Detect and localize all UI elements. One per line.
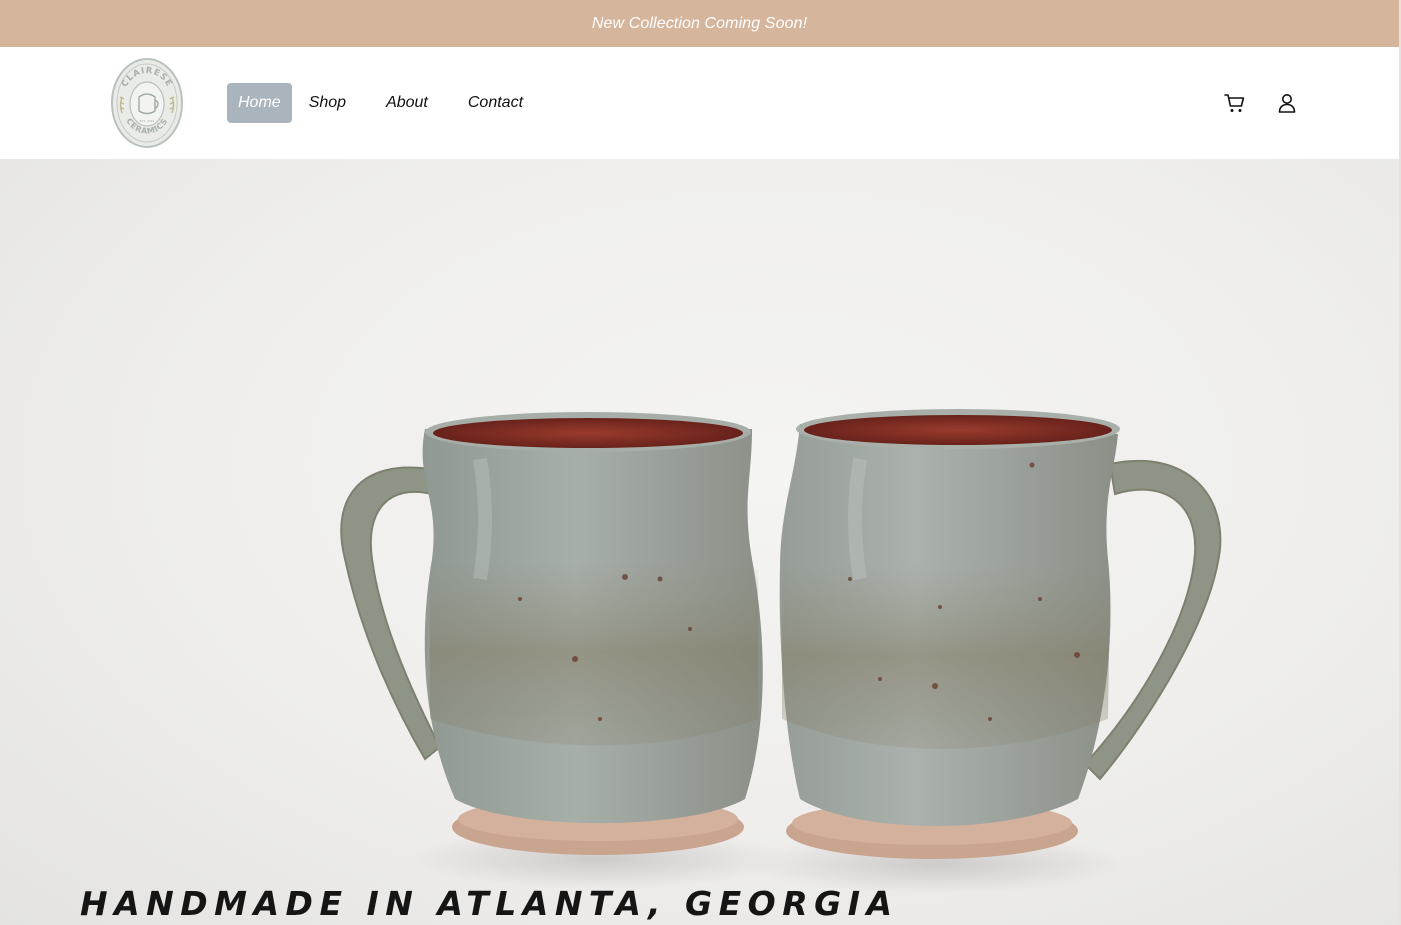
nav-home[interactable]: Home bbox=[227, 83, 292, 123]
site-header: CLAIRESE CERAMICS EST. 2022 Home Shop Ab… bbox=[0, 47, 1399, 159]
brand-logo[interactable]: CLAIRESE CERAMICS EST. 2022 bbox=[110, 57, 184, 149]
hero-mugs-image bbox=[340, 409, 1222, 894]
logo-est: EST. 2022 bbox=[140, 119, 155, 123]
announcement-text: New Collection Coming Soon! bbox=[591, 14, 808, 32]
nav-contact[interactable]: Contact bbox=[457, 83, 534, 123]
account-button[interactable] bbox=[1274, 90, 1300, 116]
hero-tagline: HANDMADE IN ATLANTA, GEORGIA bbox=[80, 884, 899, 923]
cart-button[interactable] bbox=[1222, 90, 1248, 116]
account-icon bbox=[1278, 94, 1296, 113]
cart-icon bbox=[1224, 94, 1245, 112]
logo-badge-icon: CLAIRESE CERAMICS EST. 2022 bbox=[111, 58, 183, 148]
announcement-bar: New Collection Coming Soon! bbox=[0, 0, 1399, 47]
nav-shop[interactable]: Shop bbox=[298, 83, 357, 123]
hero-banner: HANDMADE IN ATLANTA, GEORGIA bbox=[0, 159, 1399, 925]
nav-about[interactable]: About bbox=[375, 83, 439, 123]
main-nav: Home Shop About Contact bbox=[227, 83, 534, 123]
